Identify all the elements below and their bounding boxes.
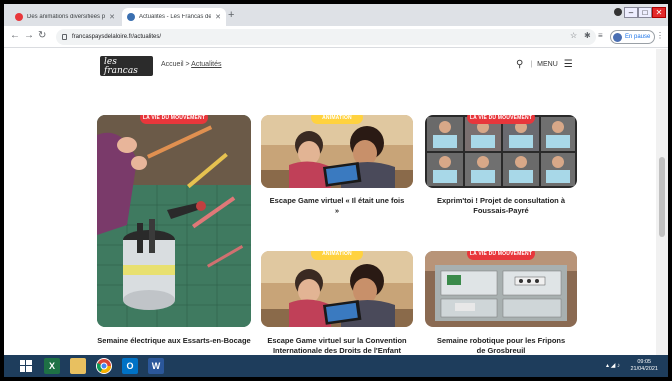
card-image-exprimtoi[interactable]: LA VIE DU MOUVEMENT [425,115,577,188]
taskbar-clock[interactable]: 09:05 21/04/2021 [630,359,658,373]
card-image-escape-game[interactable]: ANIMATION [261,115,413,188]
back-arrow-icon[interactable]: ← [10,30,20,41]
file-explorer-icon[interactable] [70,358,86,374]
card-image-escape-game-cide[interactable]: ANIMATION [261,251,413,327]
clock-date: 21/04/2021 [630,366,658,372]
tab-title: Actualités - Les Francas des Pays ... [139,14,212,20]
card-title[interactable]: Semaine robotique pour les Fripons de Gr… [433,336,569,356]
search-icon[interactable]: ⚲ [516,59,523,70]
children-tablet-photo [261,251,413,327]
children-tablet-photo [261,115,413,188]
page-scrollbar[interactable] [656,49,668,355]
windows-taskbar: X O W ▴ ◢ ♪ 09:05 21/04/2021 [4,355,668,377]
breadcrumb-current[interactable]: Actualités [191,61,221,68]
site-logo[interactable]: les francas pays de la Loire [100,56,153,84]
site-header: les francas pays de la Loire Accueil > A… [4,49,656,84]
maximize-button[interactable]: □ [638,7,652,18]
favicon-icon [127,13,135,21]
category-badge[interactable]: ANIMATION [311,115,363,124]
system-tray[interactable]: ▴ ◢ ♪ [606,362,620,369]
card-image-robotics[interactable]: LA VIE DU MOUVEMENT [425,251,577,327]
profile-dot-icon[interactable] [614,8,622,16]
profile-label: En pause [625,34,651,40]
header-actions: ⚲ | MENU ☰ [516,59,573,70]
clock-time: 09:05 [637,359,652,365]
card-title[interactable]: Escape Game virtuel « Il était une fois … [269,196,405,216]
category-badge[interactable]: ANIMATION [311,251,363,260]
screen: Des animations diversifiées pour ... ✕ A… [4,4,668,377]
category-badge[interactable]: LA VIE DU MOUVEMENT [467,251,535,260]
menu-label[interactable]: MENU [537,61,558,68]
word-icon[interactable]: W [148,358,164,374]
logo-text: les francas [104,57,138,76]
reading-list-icon[interactable]: ≡ [598,31,603,40]
card-title[interactable]: Semaine électrique aux Essarts-en-Bocage [97,336,251,346]
close-tab-icon[interactable]: ✕ [109,13,115,21]
children-portraits-grid [425,115,577,188]
robotics-kit-photo [425,251,577,327]
outlook-icon[interactable]: O [122,358,138,374]
card-title[interactable]: Exprim'toi ! Projet de consultation à Fo… [433,196,569,216]
favicon-icon [15,13,23,21]
web-page: les francas pays de la Loire Accueil > A… [4,49,668,355]
minimize-button[interactable]: – [624,7,638,18]
chrome-icon[interactable] [96,358,112,374]
browser-toolbar: ← → ↻ francaspaysdelaloire.fr/actualites… [4,26,668,48]
browser-tab-strip: Des animations diversifiées pour ... ✕ A… [4,4,668,26]
category-badge[interactable]: LA VIE DU MOUVEMENT [467,115,535,124]
lock-icon [62,34,67,40]
divider: | [530,61,533,68]
avatar [613,32,622,42]
workshop-tools-photo [97,115,251,327]
extension-icon[interactable]: ✱ [584,31,591,40]
browser-tab-1[interactable]: Des animations diversifiées pour ... ✕ [10,8,120,26]
windows-start-icon[interactable] [18,358,34,374]
card-title[interactable]: Escape Game virtuel sur la Convention In… [264,336,410,356]
excel-icon[interactable]: X [44,358,60,374]
card-image-workshop[interactable]: LA VIE DU MOUVEMENT [97,115,251,327]
new-tab-button[interactable]: + [228,9,234,21]
tab-title: Des animations diversifiées pour ... [27,14,106,20]
breadcrumb: Accueil > Actualités [161,61,222,68]
hamburger-menu-icon[interactable]: ☰ [564,59,573,70]
kebab-menu-icon[interactable]: ⋮ [656,31,664,40]
url-text: francaspaysdelaloire.fr/actualites/ [72,34,162,40]
logo-subtitle: pays de la Loire [120,79,149,84]
close-tab-icon[interactable]: ✕ [215,13,221,21]
forward-arrow-icon[interactable]: → [24,30,34,41]
breadcrumb-home[interactable]: Accueil [161,61,184,68]
profile-button[interactable]: En pause [610,30,656,44]
close-window-button[interactable]: ✕ [652,7,666,18]
bookmark-star-icon[interactable]: ☆ [570,31,577,40]
browser-tab-2[interactable]: Actualités - Les Francas des Pays ... ✕ [122,8,226,26]
reload-icon[interactable]: ↻ [38,30,46,41]
category-badge[interactable]: LA VIE DU MOUVEMENT [140,115,208,124]
address-bar[interactable]: francaspaysdelaloire.fr/actualites/ [56,29,596,45]
scrollbar-thumb[interactable] [659,157,665,237]
